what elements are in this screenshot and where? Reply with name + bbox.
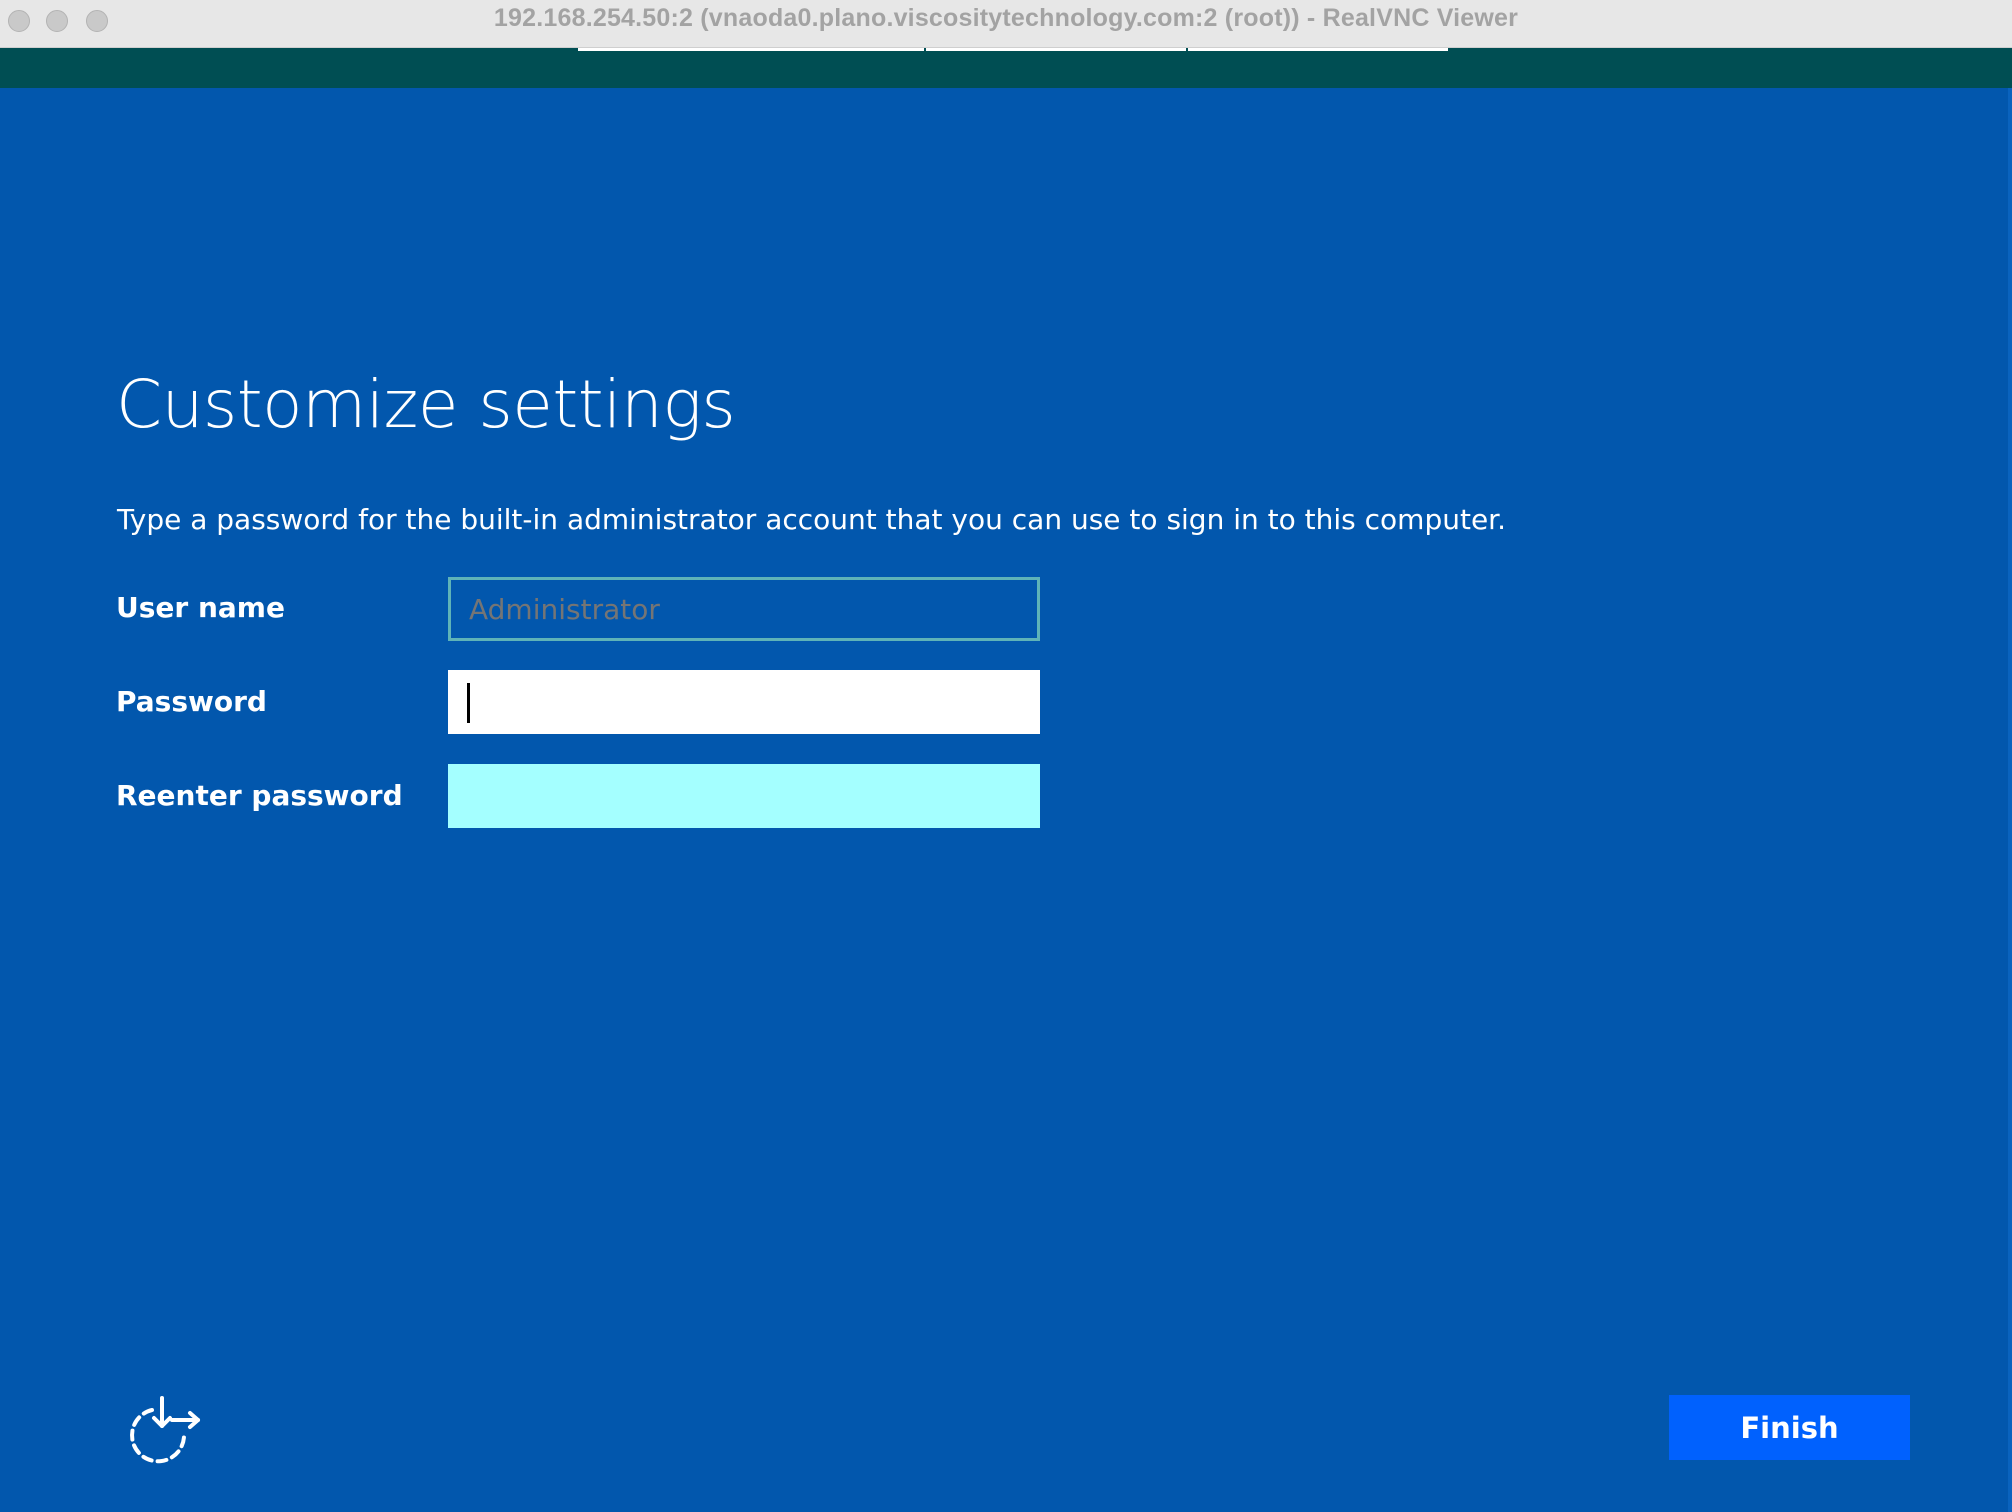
title-bar[interactable]: 192.168.254.50:2 (vnaoda0.plano.viscosit… — [0, 0, 2012, 48]
vnc-toolbar-handle[interactable] — [578, 48, 924, 51]
page-title: Customize settings — [116, 366, 736, 443]
username-field — [448, 577, 1040, 641]
vnc-viewer-window: 192.168.254.50:2 (vnaoda0.plano.viscosit… — [0, 0, 2012, 1512]
reenter-password-label: Reenter password — [116, 779, 403, 812]
text-caret — [467, 683, 470, 723]
instructions-text: Type a password for the built-in adminis… — [117, 503, 1507, 536]
username-label: User name — [116, 591, 285, 624]
finish-button[interactable]: Finish — [1669, 1395, 1910, 1460]
reenter-password-field[interactable] — [448, 764, 1040, 828]
ease-of-access-icon[interactable] — [128, 1396, 204, 1464]
window-edge — [2008, 88, 2012, 1512]
password-field[interactable] — [448, 670, 1040, 734]
window-title: 192.168.254.50:2 (vnaoda0.plano.viscosit… — [493, 4, 1519, 32]
vnc-toolbar-strip — [0, 48, 2012, 88]
vnc-toolbar-handle[interactable] — [926, 48, 1186, 51]
vnc-toolbar-handle[interactable] — [1188, 48, 1448, 51]
password-label: Password — [116, 685, 267, 718]
